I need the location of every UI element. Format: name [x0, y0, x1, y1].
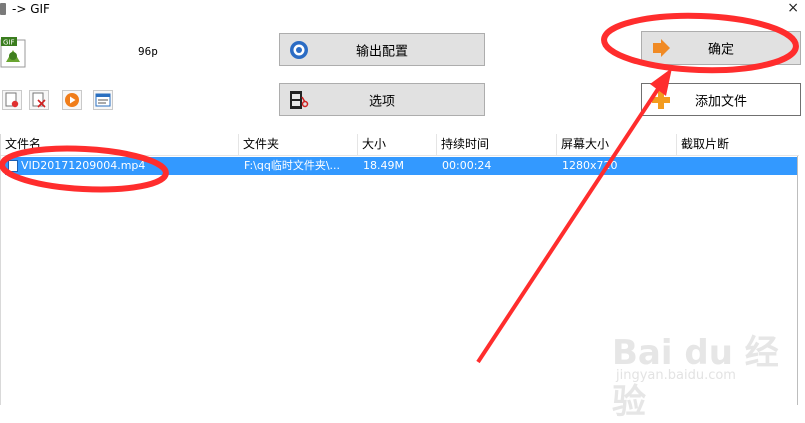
ok-button[interactable]: 确定 [641, 31, 801, 65]
format-label: 96p [138, 45, 158, 58]
table-row[interactable]: VID20171209004.mp4 F:\qq临时文件夹\... 18.49M… [5, 157, 797, 175]
output-config-button[interactable]: 输出配置 [279, 33, 485, 66]
options-label: 选项 [368, 94, 395, 109]
output-config-label: 输出配置 [355, 44, 408, 59]
title-bar: -> GIF × [0, 0, 805, 20]
cell-screen-size: 1280x720 [562, 159, 618, 172]
column-header-screen-size[interactable]: 屏幕大小 [557, 134, 677, 155]
gif-format-icon[interactable]: GIF [0, 36, 27, 68]
cell-size: 18.49M [363, 159, 404, 172]
cell-folder: F:\qq临时文件夹\... [244, 159, 341, 172]
column-header-clip[interactable]: 截取片断 [677, 134, 799, 155]
column-header-duration[interactable]: 持续时间 [437, 134, 557, 155]
table-header: 文件名 文件夹 大小 持续时间 屏幕大小 截取片断 [1, 134, 799, 156]
cell-duration: 00:00:24 [442, 159, 492, 172]
play-icon[interactable] [62, 90, 82, 110]
column-header-filename[interactable]: 文件名 [1, 134, 239, 155]
options-button[interactable]: 选项 [279, 83, 485, 116]
remove-file-icon[interactable] [2, 90, 22, 110]
baidu-watermark-url: jingyan.baidu.com [616, 368, 736, 383]
add-file-label: 添加文件 [694, 94, 747, 109]
close-icon[interactable]: × [787, 0, 799, 16]
ok-label: 确定 [707, 42, 734, 58]
media-info-icon[interactable] [93, 90, 113, 110]
gif-icon-text: GIF [3, 39, 15, 47]
clear-list-icon[interactable] [29, 90, 49, 110]
app-icon [0, 3, 6, 15]
add-file-button[interactable]: 添加文件 [641, 83, 801, 116]
cell-filename: VID20171209004.mp4 [21, 159, 146, 172]
cell-clip [682, 157, 792, 175]
column-header-folder[interactable]: 文件夹 [239, 134, 358, 155]
window-title: -> GIF [12, 2, 50, 16]
video-file-icon [8, 160, 18, 172]
column-header-size[interactable]: 大小 [358, 134, 437, 155]
